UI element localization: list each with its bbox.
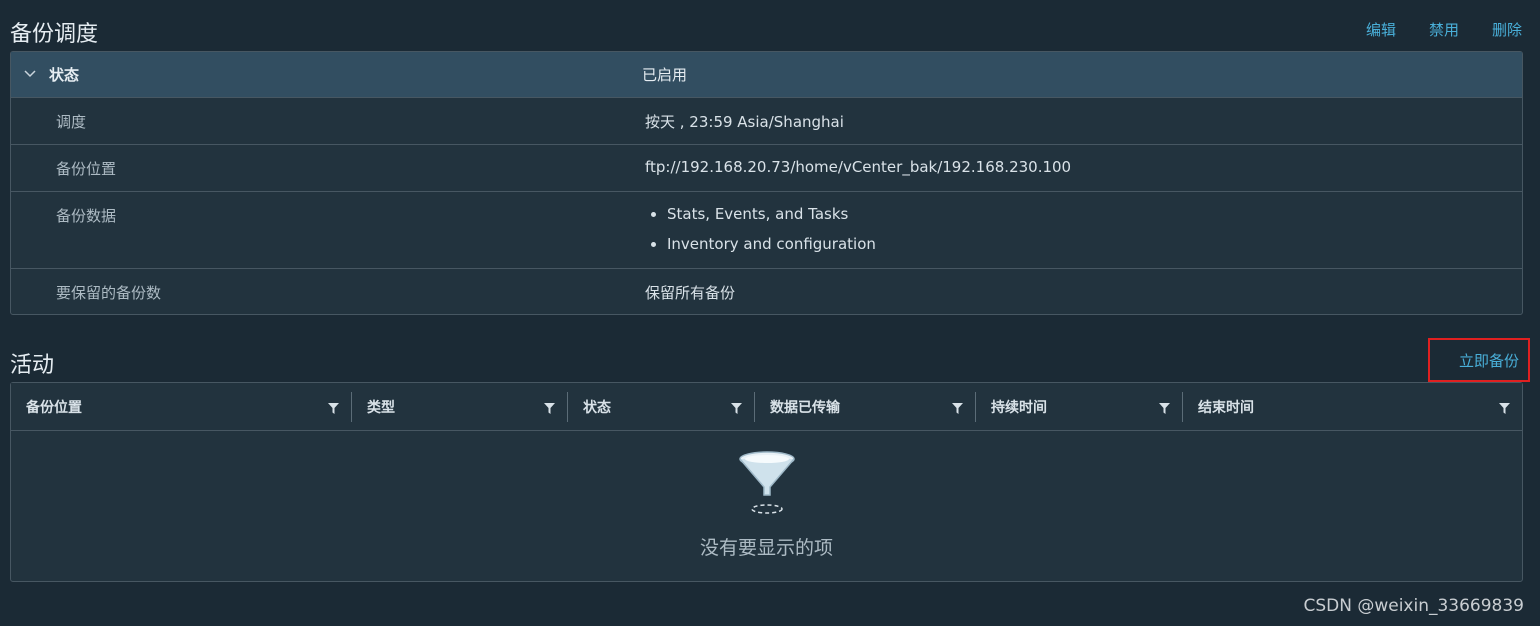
empty-message: 没有要显示的项 (699, 537, 833, 559)
data-label: 备份数据 (56, 207, 117, 225)
column-header-end-time[interactable]: 结束时间 (1182, 391, 1522, 422)
disable-link[interactable]: 禁用 (1429, 19, 1459, 40)
schedule-actions: 编辑 禁用 删除 (1333, 19, 1522, 40)
schedule-label: 调度 (56, 113, 87, 131)
retain-label: 要保留的备份数 (56, 284, 162, 302)
chevron-down-icon[interactable] (11, 67, 49, 82)
activity-grid: 备份位置 类型 状态 数据已传输 持续时间 结束时间 没有要显示的项 (10, 382, 1523, 582)
column-label: 类型 (367, 399, 395, 416)
activity-title: 活动 (10, 353, 55, 378)
column-header-duration[interactable]: 持续时间 (975, 391, 1182, 422)
funnel-icon (737, 451, 797, 519)
column-label: 持续时间 (991, 399, 1047, 416)
detail-row-data: 备份数据 Stats, Events, and Tasks Inventory … (11, 191, 1522, 268)
location-label: 备份位置 (56, 160, 117, 178)
retain-value: 保留所有备份 (645, 284, 736, 302)
highlight-box (1428, 338, 1530, 382)
status-value: 已启用 (642, 66, 688, 84)
column-label: 备份位置 (26, 399, 82, 416)
column-header-transferred[interactable]: 数据已传输 (754, 391, 975, 422)
column-header-location[interactable]: 备份位置 (11, 392, 351, 422)
detail-row-location: 备份位置 ftp://192.168.20.73/home/vCenter_ba… (11, 144, 1522, 191)
detail-row-retain: 要保留的备份数 保留所有备份 (11, 268, 1522, 314)
status-label: 状态 (49, 66, 80, 84)
column-header-status[interactable]: 状态 (567, 391, 754, 422)
grid-header: 备份位置 类型 状态 数据已传输 持续时间 结束时间 (11, 383, 1522, 431)
schedule-details-panel: 状态 已启用 调度 按天 , 23:59 Asia/Shanghai 备份位置 … (10, 51, 1523, 315)
location-value: ftp://192.168.20.73/home/vCenter_bak/192… (645, 158, 1072, 176)
delete-link[interactable]: 删除 (1492, 19, 1522, 40)
filter-icon[interactable] (544, 402, 555, 418)
column-label: 结束时间 (1198, 399, 1254, 416)
edit-link[interactable]: 编辑 (1366, 19, 1396, 40)
schedule-title: 备份调度 (10, 22, 99, 47)
detail-row-schedule: 调度 按天 , 23:59 Asia/Shanghai (11, 97, 1522, 144)
column-label: 数据已传输 (770, 399, 840, 416)
filter-icon[interactable] (1499, 402, 1510, 418)
filter-icon[interactable] (1159, 402, 1170, 418)
column-label: 状态 (583, 399, 611, 416)
data-item: Inventory and configuration (667, 235, 876, 265)
schedule-value: 按天 , 23:59 Asia/Shanghai (645, 113, 844, 131)
filter-icon[interactable] (731, 402, 742, 418)
data-list: Stats, Events, and Tasks Inventory and c… (645, 205, 876, 265)
watermark: CSDN @weixin_33669839 (1303, 596, 1524, 616)
empty-state: 没有要显示的项 (11, 449, 1522, 560)
filter-icon[interactable] (328, 402, 339, 418)
status-row[interactable]: 状态 已启用 (11, 52, 1522, 97)
filter-icon[interactable] (952, 402, 963, 418)
data-item: Stats, Events, and Tasks (667, 205, 876, 235)
column-header-type[interactable]: 类型 (351, 391, 567, 422)
